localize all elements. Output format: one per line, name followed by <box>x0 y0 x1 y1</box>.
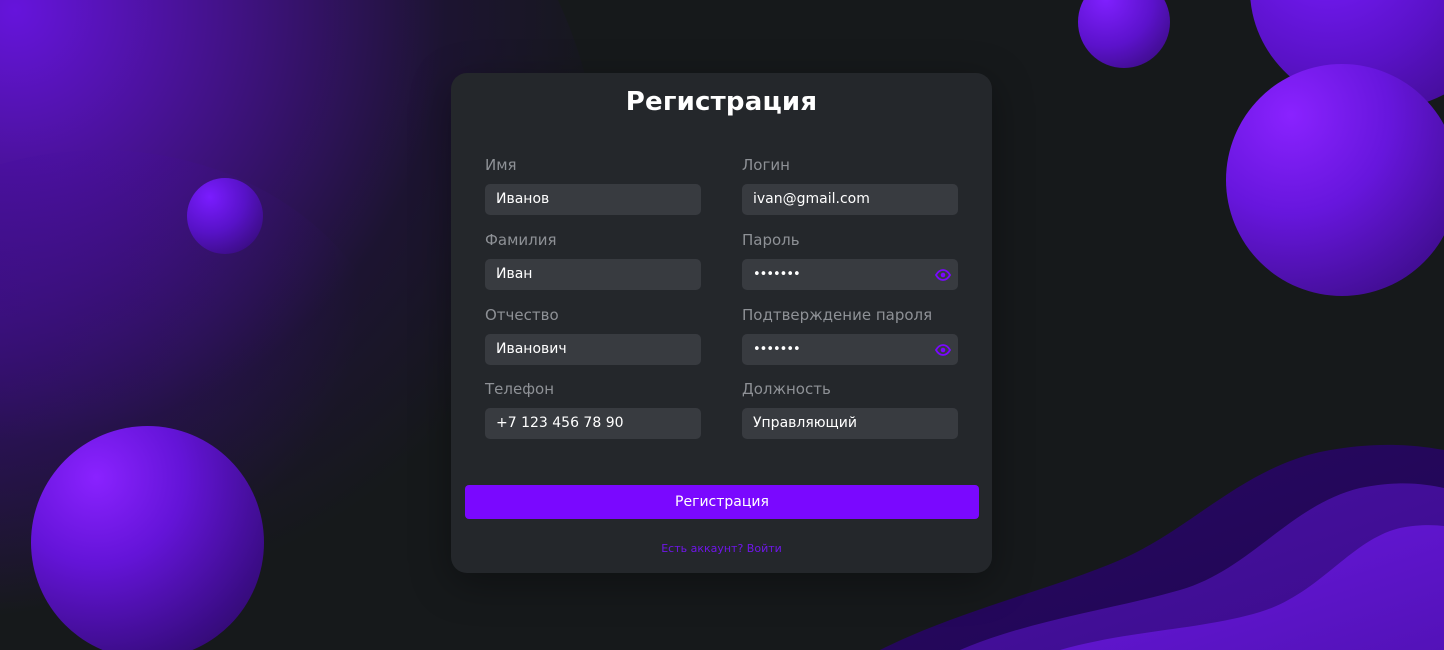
phone-label: Телефон <box>485 380 555 398</box>
eye-icon[interactable] <box>935 342 951 358</box>
position-label: Должность <box>742 380 831 398</box>
form-title: Регистрация <box>625 87 818 117</box>
eye-icon[interactable] <box>935 267 951 283</box>
phone-value: +7 123 456 78 90 <box>496 415 624 431</box>
page-background: Регистрация Имя Иванов Логин ivan@gmail.… <box>0 0 1444 650</box>
last-name-value: Иван <box>496 266 533 282</box>
password-confirm-field: Подтверждение пароля ••••••• <box>742 305 958 365</box>
phone-input[interactable]: +7 123 456 78 90 <box>485 408 701 439</box>
patronymic-input[interactable]: Иванович <box>485 334 701 365</box>
position-field: Должность Управляющий <box>742 379 958 439</box>
last-name-label: Фамилия <box>485 231 557 249</box>
first-name-field: Имя Иванов <box>485 155 701 215</box>
last-name-field: Фамилия Иван <box>485 230 701 290</box>
register-button[interactable]: Регистрация <box>465 485 979 519</box>
password-value: ••••••• <box>753 267 801 282</box>
first-name-input[interactable]: Иванов <box>485 184 701 215</box>
password-confirm-value: ••••••• <box>753 342 801 357</box>
position-input[interactable]: Управляющий <box>742 408 958 439</box>
registration-card: Регистрация Имя Иванов Логин ivan@gmail.… <box>451 73 992 573</box>
position-value: Управляющий <box>753 415 857 431</box>
password-confirm-label: Подтверждение пароля <box>742 306 933 324</box>
phone-field: Телефон +7 123 456 78 90 <box>485 379 701 439</box>
login-label: Логин <box>742 156 790 174</box>
password-confirm-input[interactable]: ••••••• <box>742 334 958 365</box>
first-name-label: Имя <box>485 156 517 174</box>
patronymic-field: Отчество Иванович <box>485 305 701 365</box>
password-field: Пароль ••••••• <box>742 230 958 290</box>
login-field: Логин ivan@gmail.com <box>742 155 958 215</box>
login-value: ivan@gmail.com <box>753 191 870 207</box>
last-name-input[interactable]: Иван <box>485 259 701 290</box>
login-input[interactable]: ivan@gmail.com <box>742 184 958 215</box>
patronymic-label: Отчество <box>485 306 559 324</box>
patronymic-value: Иванович <box>496 341 567 357</box>
password-input[interactable]: ••••••• <box>742 259 958 290</box>
password-label: Пароль <box>742 231 800 249</box>
login-link[interactable]: Есть аккаунт? Войти <box>451 542 992 555</box>
first-name-value: Иванов <box>496 191 550 207</box>
